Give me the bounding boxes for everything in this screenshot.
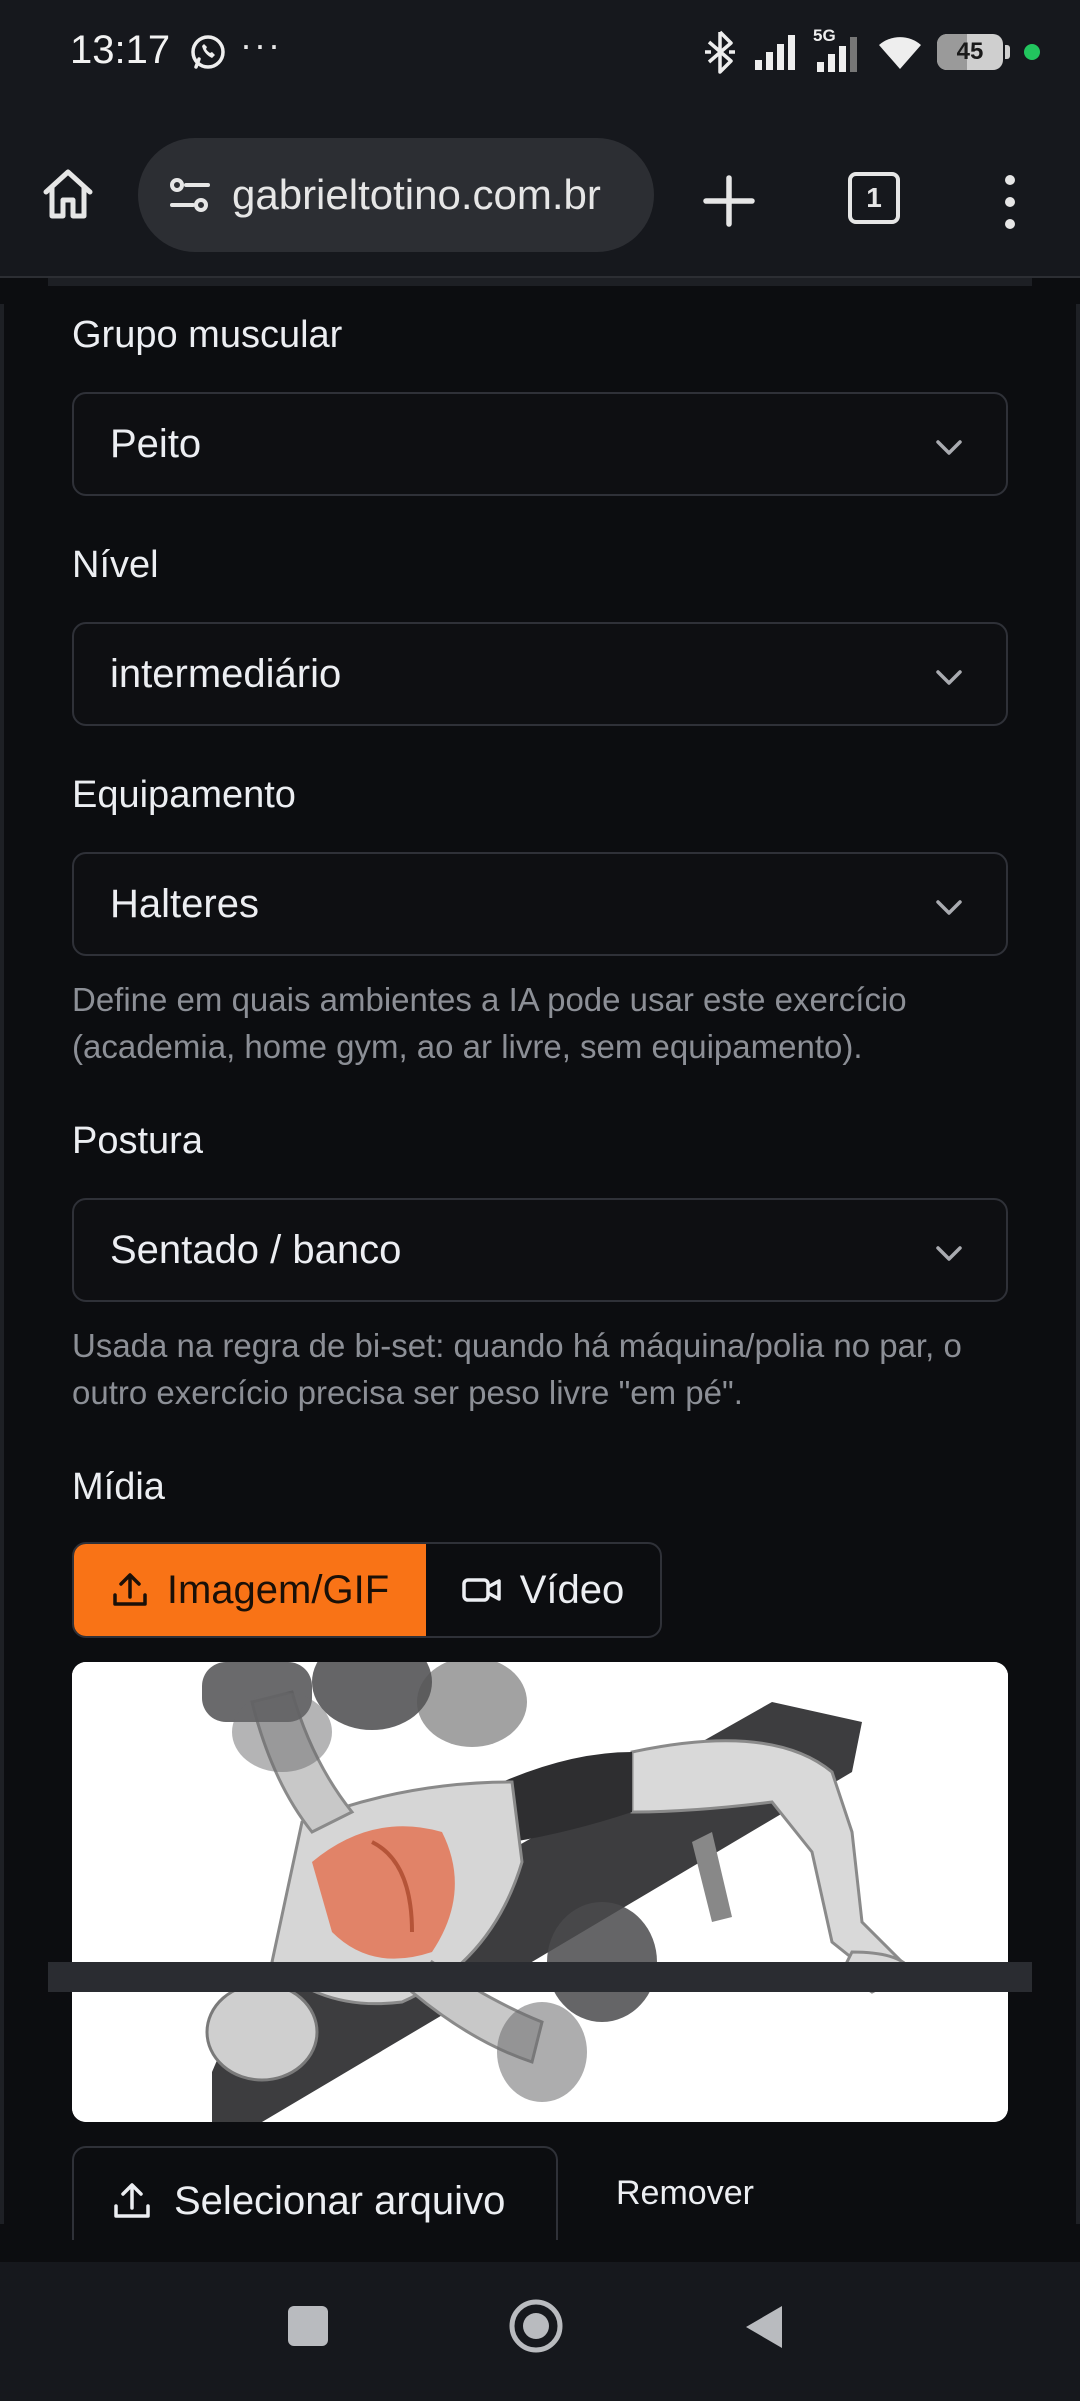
- media-tab-video-label: Vídeo: [519, 1567, 625, 1612]
- upload-icon: [113, 1573, 147, 1606]
- home-icon[interactable]: [38, 164, 98, 224]
- chevron-down-icon: [936, 900, 962, 915]
- back-icon[interactable]: [742, 2302, 786, 2352]
- level-value: intermediário: [110, 651, 342, 696]
- panel-border-right: [1076, 304, 1080, 2224]
- select-file-button[interactable]: Selecionar arquivo: [72, 2146, 558, 2240]
- wifi-icon: [879, 37, 921, 69]
- more-menu-icon[interactable]: [990, 172, 1030, 232]
- posture-select[interactable]: Sentado / banco: [72, 1198, 1008, 1302]
- posture-label: Postura: [72, 1120, 203, 1162]
- browser-toolbar: gabrieltotino.com.br 1: [0, 110, 1080, 278]
- url-text[interactable]: gabrieltotino.com.br: [232, 171, 632, 219]
- address-bar[interactable]: gabrieltotino.com.br: [138, 138, 654, 252]
- equipment-helper-text: Define em quais ambientes a IA pode usar…: [72, 981, 907, 1065]
- more-notifications-icon: ···: [240, 24, 282, 65]
- battery-level: 45: [956, 38, 984, 65]
- page-content: Grupo muscular Peito Nível intermediário…: [0, 278, 1080, 2240]
- status-time: 13:17: [70, 28, 171, 72]
- remove-media-button[interactable]: Remover: [616, 2174, 754, 2213]
- level-label: Nível: [72, 544, 159, 586]
- signal-icon: [755, 35, 795, 70]
- tab-count: 1: [866, 182, 882, 213]
- level-select[interactable]: intermediário: [72, 622, 1008, 726]
- media-tab-image[interactable]: Imagem/GIF: [74, 1544, 426, 1636]
- recent-apps-icon[interactable]: [288, 2306, 328, 2346]
- exercise-media-preview: [72, 1662, 1008, 2122]
- status-icons: 5G 45: [701, 26, 1040, 76]
- whatsapp-icon: [191, 35, 225, 69]
- media-tab-video[interactable]: Vídeo: [426, 1544, 660, 1636]
- media-label: Mídia: [72, 1466, 165, 1508]
- tab-switcher-button[interactable]: 1: [848, 172, 900, 224]
- muscle-group-value: Peito: [110, 421, 202, 466]
- media-tab-image-label: Imagem/GIF: [166, 1567, 390, 1612]
- home-circle-icon[interactable]: [508, 2298, 564, 2354]
- status-bar: 13:17 ··· 5G 45: [0, 0, 1080, 110]
- battery-tip: [1005, 45, 1010, 59]
- system-navigation-bar: [0, 2262, 1080, 2401]
- posture-value: Sentado / banco: [110, 1227, 402, 1272]
- privacy-indicator-dot: [1024, 44, 1040, 60]
- equipment-value: Halteres: [110, 881, 259, 926]
- signal-5g-icon: 5G: [813, 26, 863, 74]
- battery-icon: 45: [937, 34, 1003, 70]
- previous-section-edge: [48, 278, 1032, 286]
- video-icon: [461, 1578, 501, 1602]
- bluetooth-icon: [705, 30, 735, 74]
- chevron-down-icon: [936, 1246, 962, 1261]
- equipment-label: Equipamento: [72, 774, 296, 816]
- media-type-toggle: Imagem/GIF Vídeo: [72, 1542, 662, 1638]
- chevron-down-icon: [936, 440, 962, 455]
- chevron-down-icon: [936, 670, 962, 685]
- equipment-select[interactable]: Halteres: [72, 852, 1008, 956]
- panel-border-left: [0, 304, 4, 2224]
- next-section-edge: [48, 1962, 1032, 1992]
- muscle-group-label: Grupo muscular: [72, 314, 343, 356]
- new-tab-icon[interactable]: [700, 172, 758, 230]
- posture-helper-text: Usada na regra de bi-set: quando há máqu…: [72, 1327, 962, 1411]
- bench-press-illustration: [72, 1662, 1008, 2122]
- upload-icon: [114, 2183, 150, 2218]
- muscle-group-select[interactable]: Peito: [72, 392, 1008, 496]
- site-settings-icon[interactable]: [166, 171, 214, 219]
- select-file-label: Selecionar arquivo: [174, 2178, 506, 2223]
